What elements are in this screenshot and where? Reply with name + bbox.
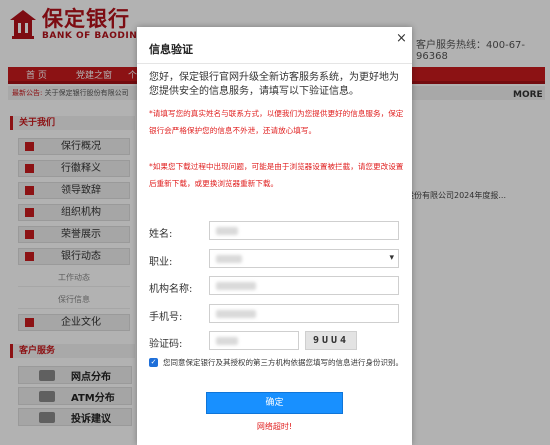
job-select[interactable]: ▾ xyxy=(209,249,399,268)
captcha-image[interactable]: 9UU4 xyxy=(305,331,357,350)
confirm-button[interactable]: 确定 xyxy=(206,392,343,414)
name-label: 姓名: xyxy=(149,229,173,240)
org-row: 机构名称: xyxy=(149,276,401,296)
redacted-value xyxy=(216,255,242,263)
org-input[interactable] xyxy=(209,276,399,295)
dialog-title: 信息验证 xyxy=(149,43,193,56)
redacted-value xyxy=(216,282,256,290)
chevron-down-icon: ▾ xyxy=(389,253,394,263)
captcha-row: 验证码: 9UU4 xyxy=(149,331,401,351)
agreement-text: 您同意保定银行及其授权的第三方机构依据您填写的信息进行身份识别。 xyxy=(163,358,403,367)
phone-label: 手机号: xyxy=(149,312,183,323)
agree-checkbox[interactable]: ✓ xyxy=(149,358,158,367)
job-label: 职业: xyxy=(149,257,173,268)
captcha-input[interactable] xyxy=(209,331,299,350)
intro-text: 您好，保定银行官网升级全新访客服务系统，为更好地为您提供安全的信息服务，请填写以… xyxy=(149,72,399,97)
verification-dialog: 信息验证 × 您好，保定银行官网升级全新访客服务系统，为更好地为您提供安全的信息… xyxy=(137,27,412,445)
job-row: 职业: ▾ xyxy=(149,249,401,269)
timeout-message: 网络超时! xyxy=(256,422,293,431)
phone-row: 手机号: xyxy=(149,304,401,324)
download-notice: *如果您下载过程中出现问题，可能是由于浏览器设置被拦截，请您更改设置后重新下载，… xyxy=(149,162,404,188)
org-label: 机构名称: xyxy=(149,284,193,295)
redacted-value xyxy=(216,227,238,235)
phone-input[interactable] xyxy=(209,304,399,323)
close-icon[interactable]: × xyxy=(396,31,407,46)
redacted-value xyxy=(216,310,256,318)
privacy-notice: *请填写您的真实姓名与联系方式，以便我们为您提供更好的信息服务，保定银行会严格保… xyxy=(149,109,404,135)
name-row: 姓名: xyxy=(149,221,401,241)
redacted-value xyxy=(216,337,238,345)
captcha-label: 验证码: xyxy=(149,339,183,350)
name-input[interactable] xyxy=(209,221,399,240)
divider xyxy=(137,63,412,64)
